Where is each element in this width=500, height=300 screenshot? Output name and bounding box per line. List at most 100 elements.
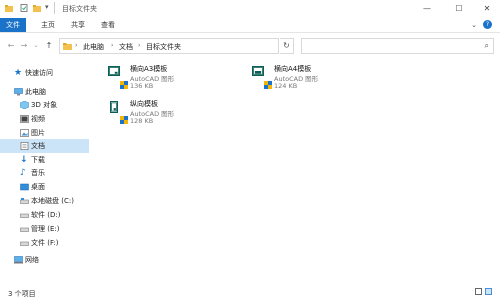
back-button[interactable]: ← [6,40,16,52]
sidebar-item-label: 文件 (F:) [31,239,59,247]
forward-button[interactable]: → [19,40,29,52]
forward-arrow-icon: → [20,41,28,50]
new-folder-icon[interactable] [33,4,41,12]
tab-home[interactable]: 主页 [36,19,60,32]
ribbon-expand-icon[interactable]: ⌄ [471,21,477,29]
file-item[interactable]: 纵向模板 AutoCAD 图形 128 KB [108,99,238,139]
address-row: ← → ⌄ ↑ › 此电脑 › 文档 › 目标文件夹 ⌄ ↻ ⌕ [0,32,500,58]
autocad-file-icon [264,81,272,89]
sidebar-item-quick-access[interactable]: ★ 快速访问 [0,66,89,80]
autocad-file-icon [120,81,128,89]
picture-icon [20,129,29,137]
autocad-file-icon [120,116,128,124]
sidebar-item-music[interactable]: ♪ 音乐 [0,166,89,180]
address-bar[interactable]: › 此电脑 › 文档 › 目标文件夹 ⌄ [59,38,328,54]
music-icon: ♪ [20,168,26,178]
file-size: 128 KB [130,117,154,125]
sidebar-item-drive-f[interactable]: 文件 (F:) [0,236,89,250]
sidebar-item-label: 3D 对象 [31,101,58,109]
sidebar-item-desktop[interactable]: 桌面 [0,180,89,194]
file-item[interactable]: 横向A3模板 AutoCAD 图形 136 KB [108,64,238,104]
video-icon [20,115,29,123]
refresh-icon: ↻ [283,41,290,50]
drive-icon [20,227,29,232]
quick-access-toolbar-dropdown-icon[interactable]: ▾ [45,3,49,11]
title-divider [54,2,55,14]
sidebar-item-label: 图片 [31,129,45,137]
search-input[interactable]: ⌕ [301,38,494,54]
drive-icon [20,241,29,246]
download-icon: ↓ [20,155,28,165]
refresh-button[interactable]: ↻ [280,38,294,54]
file-size: 136 KB [130,82,154,90]
breadcrumb-separator-icon[interactable]: › [138,42,140,49]
up-button[interactable]: ↑ [44,40,54,52]
breadcrumb-separator-icon[interactable]: › [75,42,77,49]
minimize-button[interactable]: — [414,0,440,17]
drive-icon [20,198,29,204]
dwg-landscape-thumbnail-icon [252,66,264,76]
sidebar-item-3d-objects[interactable]: 3D 对象 [0,98,89,112]
tab-view[interactable]: 查看 [96,19,120,32]
sidebar-item-label: 管理 (E:) [31,225,60,233]
sidebar-item-drive-c[interactable]: 本地磁盘 (C:) [0,194,89,208]
file-size: 124 KB [274,82,298,90]
sidebar-item-drive-d[interactable]: 软件 (D:) [0,208,89,222]
properties-icon[interactable] [20,4,28,12]
sidebar-item-drive-e[interactable]: 管理 (E:) [0,222,89,236]
status-bar: 3 个项目 [0,284,500,300]
up-arrow-icon: ↑ [45,41,53,50]
sidebar-item-label: 本地磁盘 (C:) [31,197,74,205]
tab-share[interactable]: 共享 [66,19,90,32]
close-button[interactable]: ✕ [474,0,500,17]
chevron-down-icon: ⌄ [33,42,39,49]
cube-icon [20,101,29,109]
back-arrow-icon: ← [7,41,15,50]
file-item[interactable]: 横向A4模板 AutoCAD 图形 124 KB [252,64,382,104]
search-icon: ⌕ [484,41,489,50]
minimize-icon: — [423,4,431,13]
sidebar-item-pictures[interactable]: 图片 [0,126,89,140]
desktop-icon [20,183,29,191]
sidebar-item-label: 软件 (D:) [31,211,61,219]
sidebar-item-downloads[interactable]: ↓ 下载 [0,153,89,167]
navigation-pane: ★ 快速访问 此电脑 3D 对象 视频 图片 文档 ↓ 下载 ♪ 音乐 桌面 本… [0,58,89,284]
sidebar-item-this-pc[interactable]: 此电脑 [0,85,89,99]
drive-icon [20,213,29,218]
breadcrumb-documents[interactable]: 文档 [119,42,133,52]
help-icon[interactable]: ? [483,20,492,29]
sidebar-item-documents[interactable]: 文档 [0,139,89,153]
close-icon: ✕ [483,4,491,13]
dwg-landscape-thumbnail-icon [108,66,120,76]
sidebar-item-label: 此电脑 [25,88,46,96]
sidebar-item-label: 下载 [31,156,45,164]
computer-icon [14,88,23,96]
folder-icon [5,5,13,12]
window-title: 目标文件夹 [62,5,97,13]
breadcrumb-this-pc[interactable]: 此电脑 [83,42,104,52]
network-icon [14,256,23,264]
details-view-icon[interactable] [475,288,482,295]
tab-file[interactable]: 文件 [0,18,26,32]
title-bar: ▾ 目标文件夹 — ☐ ✕ [0,0,500,17]
breadcrumb-separator-icon[interactable]: › [111,42,113,49]
sidebar-item-label: 桌面 [31,183,45,191]
star-icon: ★ [14,68,23,78]
ribbon-tabs: 文件 主页 共享 查看 ⌄ ? [0,17,500,32]
breadcrumb-target-folder[interactable]: 目标文件夹 [146,42,181,52]
folder-icon [63,43,72,50]
sidebar-item-label: 网络 [25,256,39,264]
recent-locations-button[interactable]: ⌄ [31,40,41,52]
large-icons-view-icon[interactable] [485,288,492,295]
view-switcher [475,288,492,295]
sidebar-item-network[interactable]: 网络 [0,253,89,267]
sidebar-item-videos[interactable]: 视频 [0,112,89,126]
document-icon [20,142,29,150]
ribbon-controls: ⌄ ? [471,20,492,29]
maximize-button[interactable]: ☐ [446,0,472,17]
maximize-icon: ☐ [455,4,463,13]
dwg-portrait-thumbnail-icon [110,101,118,113]
sidebar-item-label: 快速访问 [25,69,53,77]
sidebar-item-label: 音乐 [31,169,45,177]
sidebar-item-label: 文档 [31,142,45,150]
